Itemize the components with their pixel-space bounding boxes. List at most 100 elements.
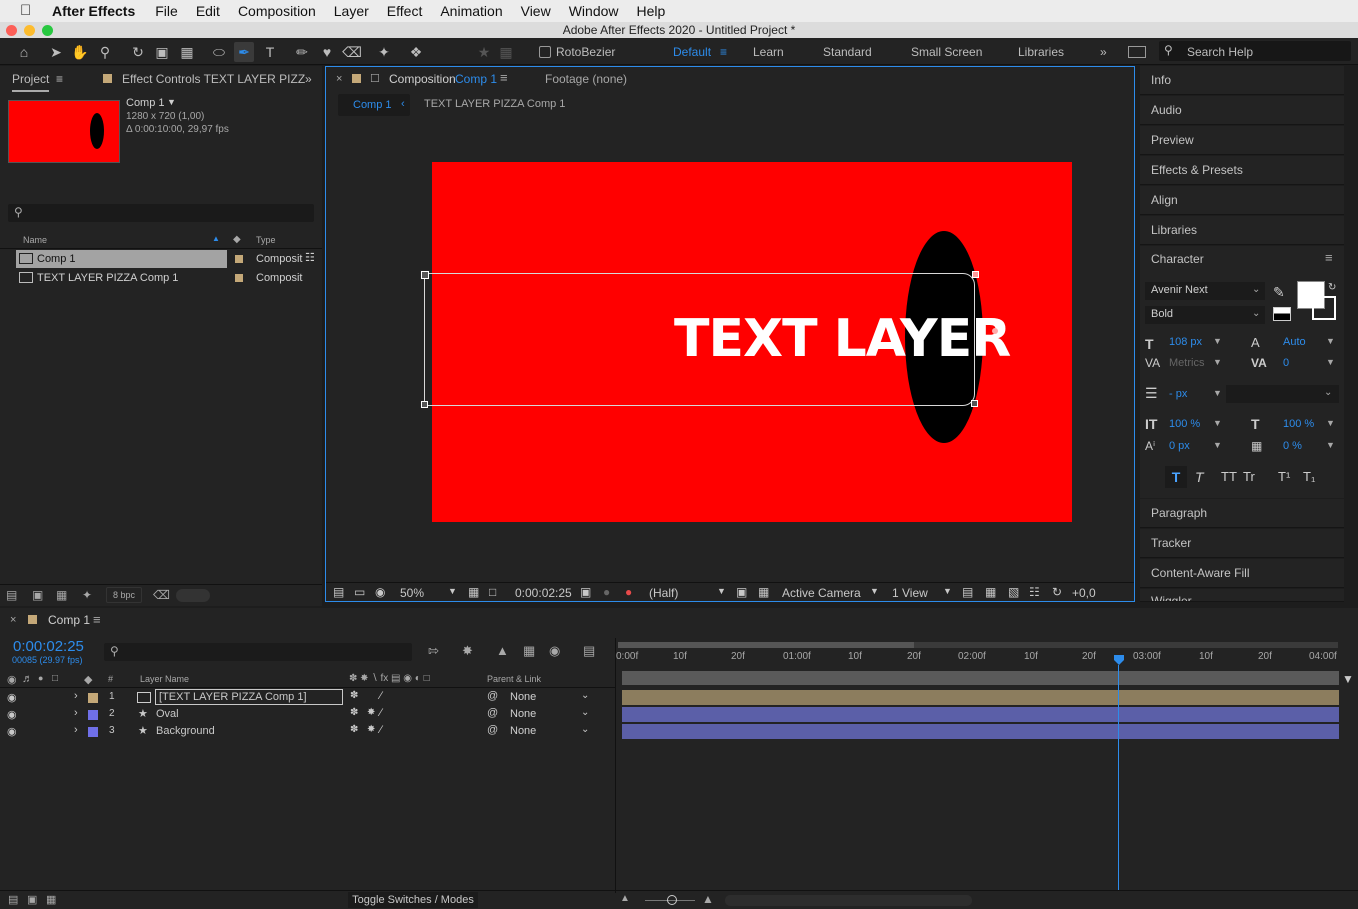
- timeline-scrollbar[interactable]: [725, 895, 972, 906]
- sync-settings-icon[interactable]: [1128, 46, 1146, 58]
- current-timecode[interactable]: 0:00:02:25: [13, 638, 84, 655]
- graph-editor-icon[interactable]: ▤: [583, 643, 595, 659]
- time-ruler[interactable]: 0:00f 10f 20f 01:00f 10f 20f 02:00f 10f …: [616, 648, 1338, 670]
- menu-composition[interactable]: Composition: [238, 3, 316, 19]
- zoom-slider-thumb[interactable]: [667, 895, 677, 905]
- panel-menu-icon[interactable]: ≡: [1325, 250, 1333, 265]
- bbox-handle[interactable]: [972, 271, 979, 278]
- selected-item-name[interactable]: Comp 1: [126, 97, 165, 109]
- parent-dropdown[interactable]: None: [510, 708, 536, 720]
- tab-composition-prefix[interactable]: Composition: [389, 72, 456, 86]
- vertical-scale-value[interactable]: 100 %: [1169, 418, 1200, 430]
- views-dropdown[interactable]: 1 View: [892, 586, 928, 600]
- continuous-rasterize-icon[interactable]: ✸: [367, 707, 375, 718]
- toggle-switches-modes[interactable]: Toggle Switches / Modes: [348, 892, 478, 908]
- layer-name[interactable]: Oval: [156, 708, 179, 720]
- always-preview-icon[interactable]: ▤: [333, 585, 344, 599]
- lock-icon[interactable]: □: [52, 673, 58, 684]
- layer-duration-bar[interactable]: [622, 690, 1339, 705]
- panel-wiggler[interactable]: Wiggler: [1140, 589, 1344, 602]
- layer-bounding-box[interactable]: [424, 273, 975, 406]
- eyedropper-icon[interactable]: ✎: [1273, 284, 1285, 301]
- home-icon[interactable]: ⌂: [14, 42, 34, 62]
- col-name[interactable]: Name: [23, 235, 47, 245]
- toggle-pixel-aspect-icon[interactable]: ▤: [962, 585, 973, 599]
- panel-content-aware-fill[interactable]: Content-Aware Fill: [1140, 559, 1344, 588]
- transfer-controls-icon[interactable]: ▣: [27, 893, 37, 906]
- chevron-down-icon[interactable]: ▼: [1213, 418, 1222, 428]
- expand-arrow-icon[interactable]: ›: [74, 724, 78, 736]
- zoom-dropdown[interactable]: 50%: [400, 586, 424, 600]
- chevron-down-icon[interactable]: ▼: [1213, 440, 1222, 450]
- bbox-handle[interactable]: [421, 271, 429, 279]
- collapse-transform-icon[interactable]: ✽: [350, 724, 358, 735]
- stroke-style-dropdown[interactable]: ⌄: [1226, 385, 1339, 403]
- chevron-down-icon[interactable]: ▼: [1213, 357, 1222, 367]
- layer-label-swatch[interactable]: [88, 710, 98, 720]
- bit-depth-button[interactable]: 8 bpc: [106, 587, 142, 603]
- breadcrumb-nested[interactable]: TEXT LAYER PIZZA Comp 1: [424, 98, 565, 110]
- menu-animation[interactable]: Animation: [440, 3, 502, 19]
- font-size-value[interactable]: 108 px: [1169, 336, 1202, 348]
- region-of-interest-icon[interactable]: □: [489, 585, 496, 599]
- puppet-pin-tool-icon[interactable]: ❖: [406, 42, 426, 62]
- panel-menu-icon[interactable]: ≡: [93, 612, 101, 627]
- zoom-in-icon[interactable]: ▲: [702, 892, 714, 906]
- menu-window[interactable]: Window: [569, 3, 619, 19]
- project-search-input[interactable]: ⚲: [8, 204, 314, 222]
- zoom-window-button[interactable]: [42, 25, 53, 36]
- timeline-search-input[interactable]: ⚲: [104, 643, 412, 661]
- kerning-value[interactable]: Metrics: [1169, 357, 1204, 369]
- collapse-transform-icon[interactable]: ✽: [350, 707, 358, 718]
- workspace-small-screen[interactable]: Small Screen: [911, 45, 982, 59]
- baseline-shift-value[interactable]: 0 px: [1169, 440, 1190, 452]
- chevron-down-icon[interactable]: ⌄: [581, 707, 589, 718]
- exposure-value[interactable]: +0,0: [1072, 586, 1096, 600]
- font-family-dropdown[interactable]: Avenir Next ⌄: [1145, 282, 1265, 300]
- small-caps-button[interactable]: Tr: [1243, 469, 1255, 484]
- tab-footage[interactable]: Footage (none): [545, 72, 627, 86]
- tab-project[interactable]: Project: [12, 66, 50, 92]
- type-tool-icon[interactable]: T: [260, 42, 280, 62]
- lock-icon[interactable]: ☐: [370, 72, 380, 85]
- chevron-down-icon[interactable]: ▼: [1213, 336, 1222, 346]
- pan-behind-tool-icon[interactable]: ▦: [177, 42, 197, 62]
- label-color-swatch[interactable]: [235, 255, 243, 263]
- rotobezier-checkbox[interactable]: [539, 46, 551, 58]
- timeline-icon[interactable]: ▧: [1008, 585, 1019, 599]
- flowchart-icon[interactable]: ☷: [1029, 585, 1040, 599]
- playhead-line[interactable]: [1118, 665, 1119, 891]
- layer-row[interactable]: ◉ › 3 ★ Background ✽ ✸ ∕ @ None ⌄: [0, 723, 615, 740]
- panel-preview[interactable]: Preview: [1140, 126, 1344, 155]
- parent-dropdown[interactable]: None: [510, 691, 536, 703]
- chevron-down-icon[interactable]: ▼: [943, 586, 952, 596]
- close-tab-icon[interactable]: ×: [10, 614, 16, 626]
- pick-whip-icon[interactable]: @: [487, 724, 498, 736]
- panel-tracker[interactable]: Tracker: [1140, 529, 1344, 558]
- in-out-icon[interactable]: ▦: [46, 893, 56, 906]
- chevron-down-icon[interactable]: ▼: [1326, 357, 1335, 367]
- label-color-swatch[interactable]: [235, 274, 243, 282]
- channel-icon[interactable]: ●: [625, 585, 632, 599]
- leading-value[interactable]: Auto: [1283, 336, 1306, 348]
- new-composition-icon[interactable]: ▦: [56, 588, 67, 602]
- bbox-handle[interactable]: [971, 400, 978, 407]
- camera-tool-icon[interactable]: ▣: [152, 42, 172, 62]
- tab-composition-name[interactable]: Comp 1: [455, 72, 497, 86]
- hand-tool-icon[interactable]: ✋: [70, 42, 90, 62]
- close-tab-icon[interactable]: ×: [336, 73, 342, 85]
- stroke-width-value[interactable]: - px: [1169, 388, 1187, 400]
- menu-effect[interactable]: Effect: [387, 3, 423, 19]
- workspace-libraries[interactable]: Libraries: [1018, 45, 1064, 59]
- pen-tool-icon[interactable]: ✒: [234, 42, 254, 62]
- bezier-control-point[interactable]: [992, 328, 998, 334]
- exposure-reset-icon[interactable]: ↻: [1052, 585, 1062, 599]
- superscript-button[interactable]: T¹: [1278, 469, 1290, 484]
- scroll-indicator-icon[interactable]: ▼: [1342, 672, 1354, 686]
- continuous-rasterize-icon[interactable]: ✸: [367, 724, 375, 735]
- brush-tool-icon[interactable]: ✏: [292, 42, 312, 62]
- work-area-bar[interactable]: [622, 671, 1339, 685]
- bbox-handle[interactable]: [421, 401, 428, 408]
- project-row-selected[interactable]: Comp 1: [16, 250, 227, 268]
- layer-row[interactable]: ◉ › 2 ★ Oval ✽ ✸ ∕ @ None ⌄: [0, 706, 615, 723]
